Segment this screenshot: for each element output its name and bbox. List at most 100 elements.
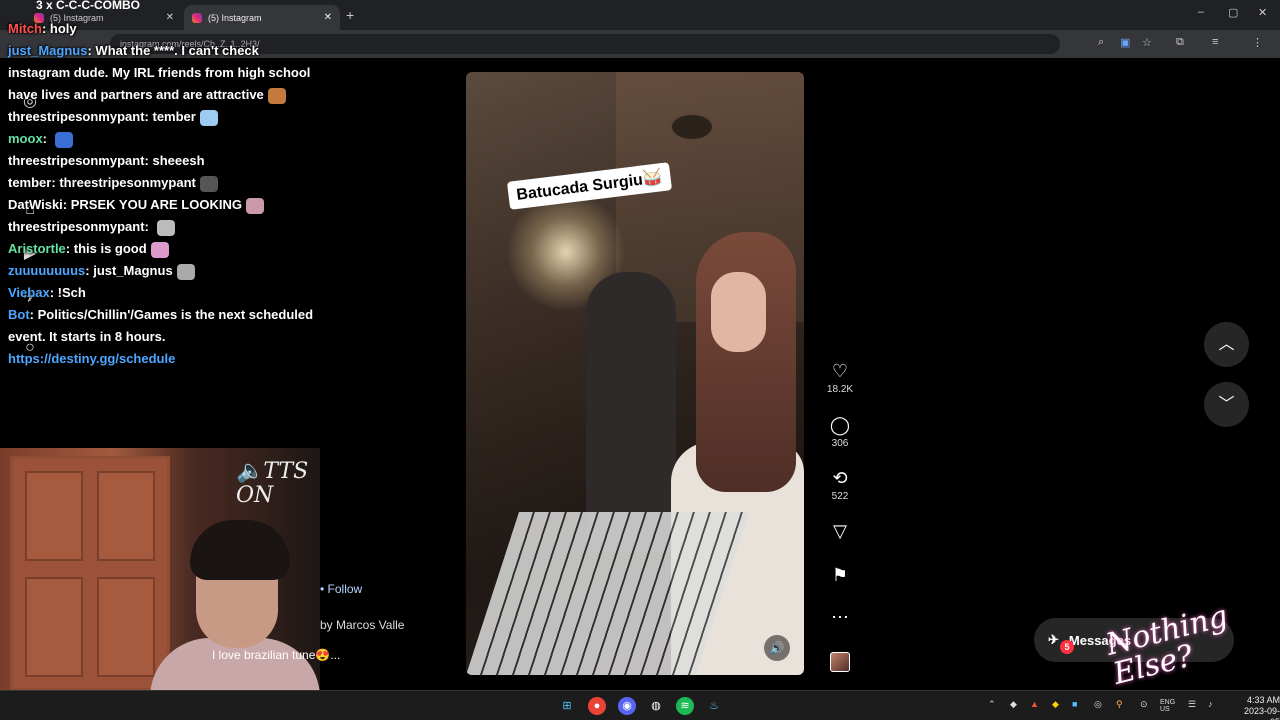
- bookmark-star-icon[interactable]: ☆: [1142, 36, 1152, 49]
- like-action[interactable]: ♡ 18.2K: [825, 360, 855, 395]
- menu-icon[interactable]: ⋮: [1252, 36, 1263, 49]
- tray-app-icon[interactable]: ■: [1072, 699, 1077, 709]
- save-action[interactable]: ⚑: [825, 564, 855, 586]
- chat-username[interactable]: tember: [8, 175, 51, 190]
- chat-overlay: Mitch: holy just_Magnus: What the ****. I…: [4, 18, 324, 370]
- chat-emote-icon: [176, 263, 195, 280]
- screen-root: (5) Instagram ✕ (5) Instagram ✕ + – ▢ ✕ …: [0, 0, 1280, 720]
- start-icon[interactable]: ⊞: [558, 697, 576, 715]
- more-icon[interactable]: ⋯: [825, 606, 855, 628]
- chat-message: threestripesonmypant: tember: [4, 106, 324, 128]
- repost-icon[interactable]: ⟲: [825, 467, 855, 489]
- reading-list-icon[interactable]: ≡: [1212, 36, 1218, 48]
- minimize-icon[interactable]: –: [1198, 6, 1204, 18]
- obs-icon[interactable]: ◍: [647, 697, 665, 715]
- chat-emote-icon: [54, 131, 73, 148]
- chat-username[interactable]: just_Magnus: [8, 43, 87, 58]
- reel-description[interactable]: I love brazilian tune😍...: [212, 648, 340, 662]
- chat-text: this is good: [73, 241, 147, 256]
- language-indicator[interactable]: ENG US: [1160, 699, 1178, 713]
- new-tab-button[interactable]: +: [346, 7, 354, 23]
- next-reel-button[interactable]: ﹀: [1204, 382, 1249, 427]
- repost-action[interactable]: ⟲ 522: [825, 467, 855, 502]
- close-window-icon[interactable]: ✕: [1258, 6, 1267, 19]
- tray-chevron-icon[interactable]: ⌃: [988, 699, 996, 710]
- chat-message: moox:: [4, 128, 324, 150]
- comment-icon[interactable]: ◯: [825, 414, 855, 436]
- clock-time: 4:33 AM: [1246, 695, 1280, 705]
- spotify-icon[interactable]: ≋: [676, 697, 694, 715]
- chat-text: !Sch: [57, 285, 86, 300]
- volume-icon[interactable]: ♪: [1208, 699, 1213, 709]
- chat-username[interactable]: threestripesonmypant: [8, 219, 145, 234]
- tray-brave-icon[interactable]: ▲: [1030, 699, 1039, 709]
- windows-taskbar: ⊞ ● ◉ ◍ ≋ ♨ ⌃ ◆ ▲ ◆ ■ ◎ ⚲ ⊙ ENG US ☰ ♪ 4…: [0, 690, 1280, 720]
- repost-count: 522: [831, 491, 849, 502]
- tray-app-icon[interactable]: ⊙: [1140, 699, 1148, 710]
- wifi-icon[interactable]: ☰: [1188, 699, 1196, 710]
- clock[interactable]: 4:33 AM 2023-09-05: [1234, 695, 1280, 720]
- door-graphic: [10, 456, 170, 691]
- chat-message: just_Magnus: What the ****. I can't chec…: [8, 43, 311, 104]
- chat-message: Bot: Politics/Chillin'/Games is the next…: [8, 307, 314, 344]
- chat-message: threestripesonmypant: sheeesh: [8, 153, 205, 168]
- bookmark-icon[interactable]: ⚑: [825, 564, 855, 586]
- share-icon[interactable]: ▽: [825, 520, 855, 542]
- door-panel: [97, 471, 155, 561]
- chat-username[interactable]: moox: [8, 131, 43, 146]
- discord-icon[interactable]: ◉: [618, 697, 636, 715]
- chat-username[interactable]: DatWiski: [8, 197, 63, 212]
- door-panel: [97, 577, 155, 677]
- chat-emote-icon: [199, 175, 218, 192]
- comment-action[interactable]: ◯ 306: [825, 414, 855, 449]
- chat-message: Viebax: !Sch: [8, 285, 86, 300]
- tray-app-icon[interactable]: ◆: [1010, 699, 1017, 710]
- reel-video[interactable]: Batucada Surgiu🥁 🔊: [466, 72, 804, 675]
- chat-message: Mitch: holy: [8, 21, 77, 36]
- combo-banner: 3 x C-C-C-COMBO: [36, 0, 140, 12]
- chat-username[interactable]: Aristortle: [8, 241, 66, 256]
- comment-count: 306: [831, 438, 849, 449]
- chat-emote-icon: [150, 241, 169, 258]
- clock-date: 2023-09-05: [1243, 706, 1280, 720]
- chat-message: https://destiny.gg/schedule: [4, 348, 324, 370]
- chat-username[interactable]: threestripesonmypant: [8, 109, 145, 124]
- chat-link[interactable]: https://destiny.gg/schedule: [8, 351, 175, 366]
- chat-text: tember: [152, 109, 196, 124]
- chat-username[interactable]: Mitch: [8, 21, 42, 36]
- tray-app-icon[interactable]: ⚲: [1116, 699, 1123, 710]
- tray-app-icon[interactable]: ◆: [1052, 699, 1059, 710]
- extensions-puzzle-icon[interactable]: ⧉: [1176, 36, 1184, 49]
- more-options-action[interactable]: ⋯: [825, 606, 855, 628]
- ceiling-lamp-graphic: [669, 112, 715, 142]
- zoom-icon[interactable]: ⌕: [1098, 36, 1104, 49]
- door-panel: [25, 471, 83, 561]
- follow-link[interactable]: • Follow: [320, 582, 362, 596]
- chat-username[interactable]: zuuuuuuuus: [8, 263, 85, 278]
- pianist-face-graphic: [711, 272, 766, 352]
- extension-icon[interactable]: ▣: [1120, 36, 1130, 49]
- chat-emote-icon: [245, 197, 264, 214]
- steam-icon[interactable]: ♨: [705, 697, 723, 715]
- chat-username[interactable]: Bot: [8, 307, 30, 322]
- chat-username[interactable]: threestripesonmypant: [8, 153, 145, 168]
- mute-toggle-icon[interactable]: 🔊: [764, 635, 790, 661]
- close-tab-icon[interactable]: ✕: [324, 12, 332, 23]
- streamer-hair: [190, 520, 290, 580]
- chat-text: just_Magnus: [93, 263, 173, 278]
- share-action[interactable]: ▽: [825, 520, 855, 542]
- chat-username[interactable]: Viebax: [8, 285, 50, 300]
- chat-text: sheeesh: [152, 153, 205, 168]
- chat-text: PRSEK YOU ARE LOOKING: [70, 197, 242, 212]
- audio-avatar[interactable]: [830, 652, 850, 672]
- chrome-icon[interactable]: ●: [588, 697, 606, 715]
- messages-badge: 5: [1060, 640, 1074, 654]
- previous-reel-button[interactable]: ︿: [1204, 322, 1249, 367]
- door-panel: [25, 577, 83, 677]
- tray-app-icon[interactable]: ◎: [1094, 699, 1102, 710]
- tts-on-label: 🔈TTS ON: [236, 459, 309, 508]
- maximize-icon[interactable]: ▢: [1228, 6, 1238, 19]
- audio-attribution[interactable]: by Marcos Valle: [320, 618, 404, 632]
- chat-text: holy: [49, 21, 77, 36]
- heart-icon[interactable]: ♡: [825, 360, 855, 382]
